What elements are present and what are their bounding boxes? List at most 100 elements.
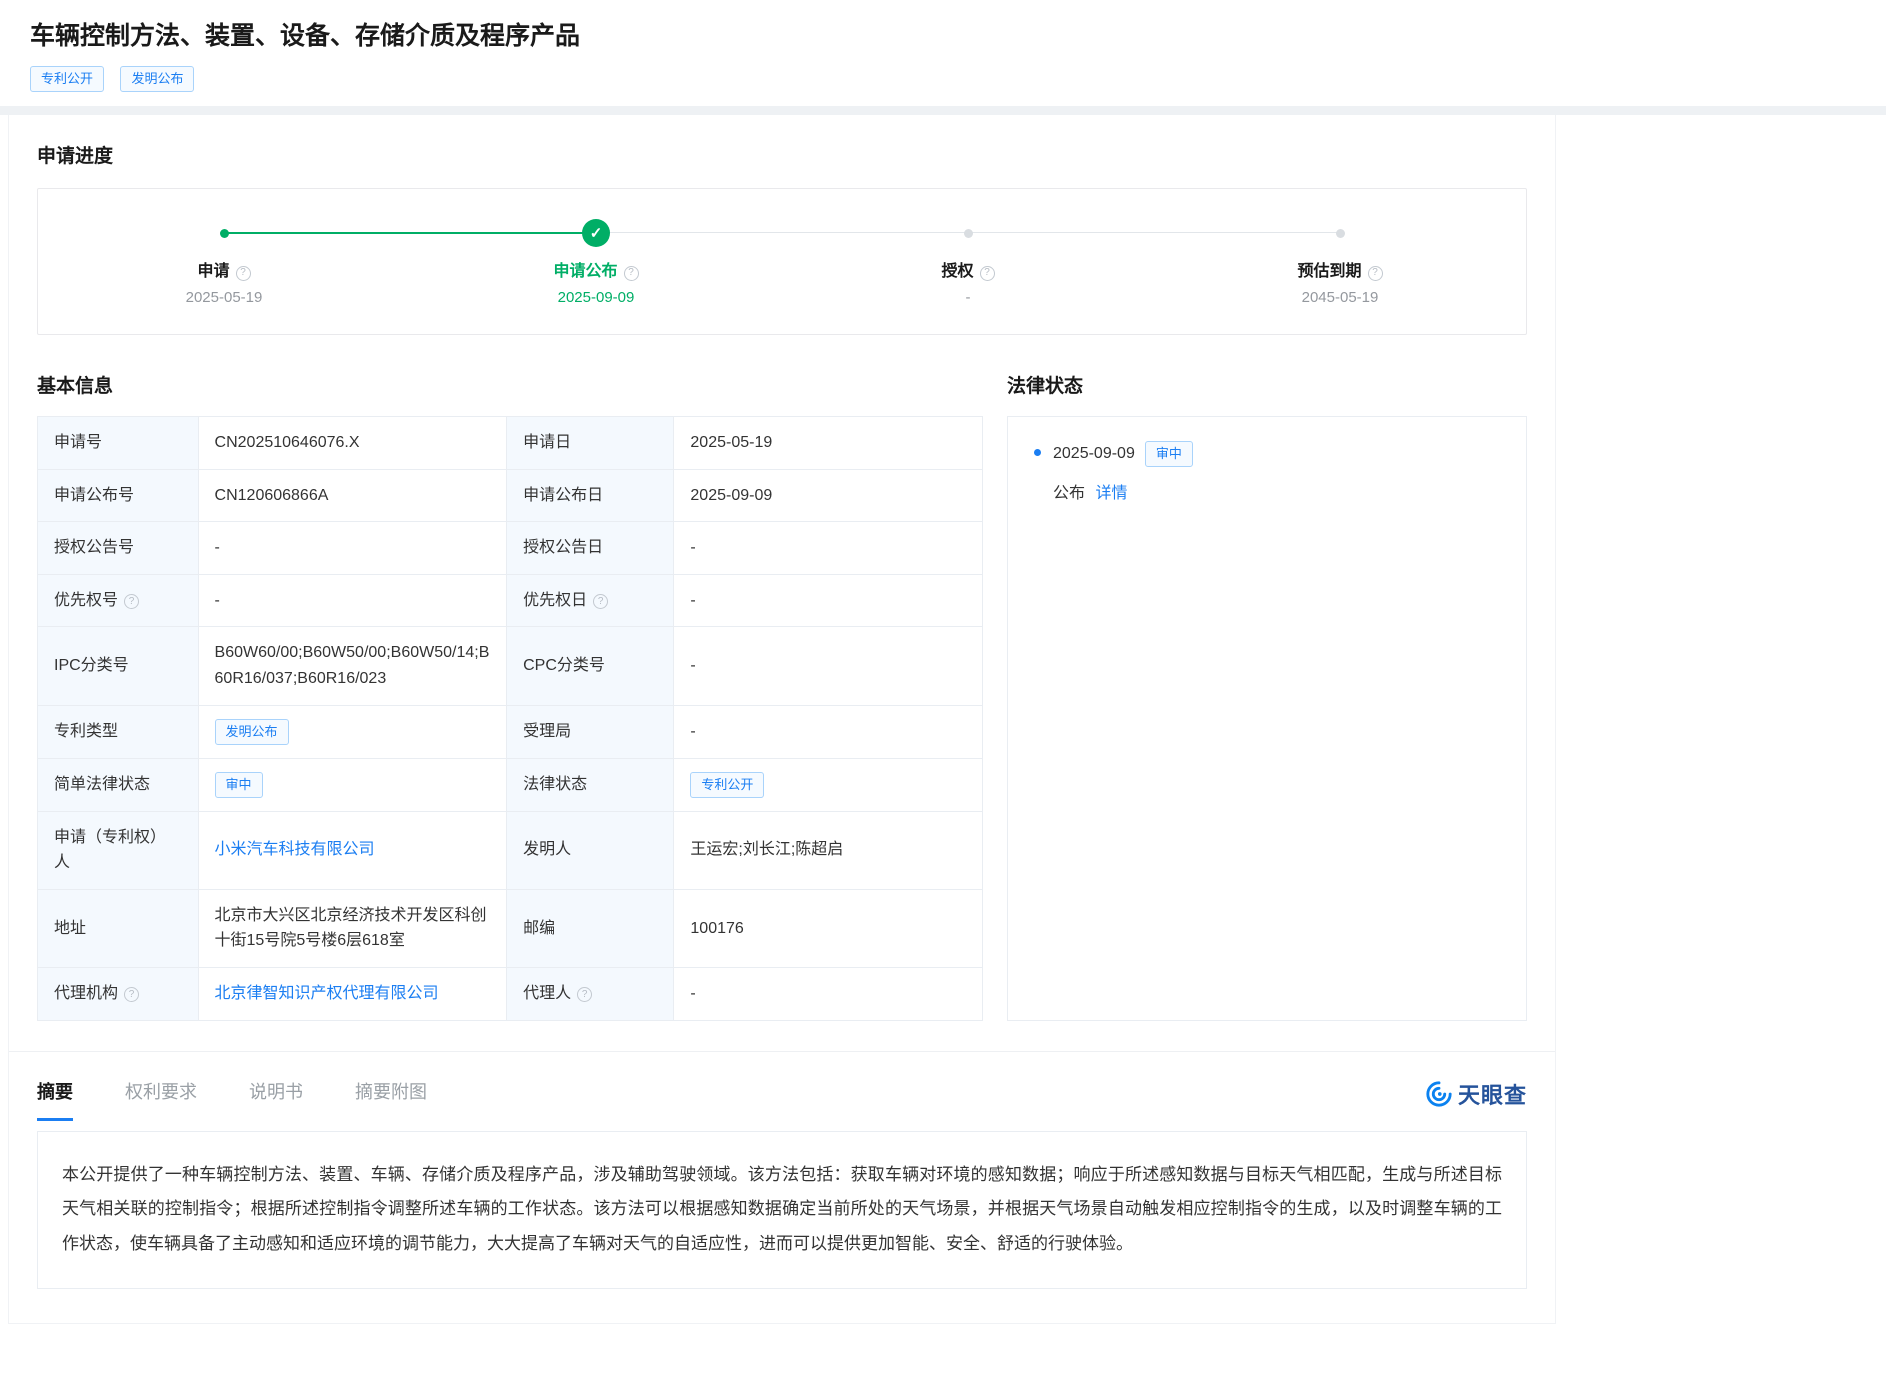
- field-label: 优先权号?: [38, 574, 199, 627]
- abstract-text-box: 本公开提供了一种车辆控制方法、装置、车辆、存储介质及程序产品，涉及辅助驾驶领域。…: [37, 1131, 1527, 1290]
- table-row: 授权公告号 - 授权公告日 -: [38, 522, 983, 575]
- field-value: 北京市大兴区北京经济技术开发区科创十街15号院5号楼6层618室: [198, 889, 507, 967]
- field-label: 申请日: [507, 417, 674, 470]
- page-header: 车辆控制方法、装置、设备、存储介质及程序产品 专利公开 发明公布: [0, 0, 1886, 106]
- timeline-step-label: 预估到期?: [1154, 257, 1526, 281]
- page-title: 车辆控制方法、装置、设备、存储介质及程序产品: [30, 16, 1856, 52]
- field-label: 申请（专利权）人: [38, 811, 199, 889]
- field-value: -: [198, 574, 507, 627]
- basic-info-title: 基本信息: [37, 371, 983, 398]
- help-icon[interactable]: ?: [593, 594, 608, 609]
- tag-invention-publication: 发明公布: [215, 719, 289, 745]
- abstract-section: 摘要 权利要求 说明书 摘要附图 天眼查 本公开提供了一种车辆控制方法、装置、车…: [9, 1051, 1555, 1324]
- tab-abstract-drawing[interactable]: 摘要附图: [355, 1078, 427, 1121]
- field-value: -: [674, 967, 983, 1020]
- tag-invention-publication: 发明公布: [120, 66, 194, 92]
- timeline-step-date: 2045-05-19: [1154, 289, 1526, 306]
- field-value: 小米汽车科技有限公司: [198, 811, 507, 889]
- field-label: IPC分类号: [38, 627, 199, 705]
- timeline-step-label: 申请?: [38, 257, 410, 281]
- timeline-step-label: 授权?: [782, 257, 1154, 281]
- field-label: 受理局: [507, 705, 674, 758]
- bullet-dot-icon: [1034, 449, 1041, 456]
- tab-claims[interactable]: 权利要求: [125, 1078, 197, 1121]
- field-label: 申请号: [38, 417, 199, 470]
- field-value: 2025-09-09: [674, 469, 983, 522]
- tabs-bar: 摘要 权利要求 说明书 摘要附图 天眼查: [37, 1052, 1527, 1121]
- tianyancha-logo-icon: [1426, 1081, 1452, 1107]
- timeline-step-date: -: [782, 289, 1154, 306]
- tab-abstract[interactable]: 摘要: [37, 1078, 73, 1121]
- basic-info-section: 基本信息 申请号 CN202510646076.X 申请日 2025-05-19…: [37, 371, 983, 1021]
- field-label: 简单法律状态: [38, 758, 199, 811]
- table-row: 简单法律状态 审中 法律状态 专利公开: [38, 758, 983, 811]
- field-value: -: [674, 522, 983, 575]
- section-divider: [0, 106, 1886, 115]
- field-value: -: [674, 627, 983, 705]
- field-label: 代理人?: [507, 967, 674, 1020]
- legal-status-date: 2025-09-09: [1053, 445, 1135, 462]
- agency-link[interactable]: 北京律智知识产权代理有限公司: [215, 985, 439, 1002]
- field-label: 申请公布日: [507, 469, 674, 522]
- field-value: 审中: [198, 758, 507, 811]
- main-card: 申请进度 申请? 2025-05-19 ✓ 申请公布? 2025-09-09: [8, 115, 1556, 1324]
- field-label: 邮编: [507, 889, 674, 967]
- field-label: CPC分类号: [507, 627, 674, 705]
- table-row: 申请（专利权）人 小米汽车科技有限公司 发明人 王运宏;刘长江;陈超启: [38, 811, 983, 889]
- field-label: 地址: [38, 889, 199, 967]
- field-value: 王运宏;刘长江;陈超启: [674, 811, 983, 889]
- field-label: 代理机构?: [38, 967, 199, 1020]
- field-label: 专利类型: [38, 705, 199, 758]
- field-value: 2025-05-19: [674, 417, 983, 470]
- help-icon[interactable]: ?: [124, 987, 139, 1002]
- field-value: CN202510646076.X: [198, 417, 507, 470]
- legal-status-box: 2025-09-09 审中 公布 详情: [1007, 416, 1527, 1021]
- help-icon[interactable]: ?: [624, 266, 639, 281]
- field-value: 发明公布: [198, 705, 507, 758]
- timeline-step-grant: 授权? -: [782, 219, 1154, 306]
- basic-info-table: 申请号 CN202510646076.X 申请日 2025-05-19 申请公布…: [37, 416, 983, 1021]
- help-icon[interactable]: ?: [1368, 266, 1383, 281]
- timeline-dot-done: [220, 229, 229, 238]
- field-value: 北京律智知识产权代理有限公司: [198, 967, 507, 1020]
- field-value: -: [674, 705, 983, 758]
- tab-specification[interactable]: 说明书: [249, 1078, 303, 1121]
- legal-status-detail-link[interactable]: 详情: [1095, 485, 1127, 502]
- field-label: 申请公布号: [38, 469, 199, 522]
- legal-status-section: 法律状态 2025-09-09 审中 公布 详情: [1007, 371, 1527, 1021]
- field-label: 发明人: [507, 811, 674, 889]
- legal-status-title: 法律状态: [1007, 371, 1527, 398]
- applicant-link[interactable]: 小米汽车科技有限公司: [215, 841, 375, 858]
- field-value: B60W60/00;B60W50/00;B60W50/14;B60R16/037…: [198, 627, 507, 705]
- timeline-step-expiry: 预估到期? 2045-05-19: [1154, 219, 1526, 306]
- legal-status-item: 2025-09-09 审中 公布 详情: [1034, 441, 1500, 503]
- field-value: CN120606866A: [198, 469, 507, 522]
- timeline-step-publication: ✓ 申请公布? 2025-09-09: [410, 219, 782, 306]
- field-label: 优先权日?: [507, 574, 674, 627]
- help-icon[interactable]: ?: [124, 594, 139, 609]
- field-label: 法律状态: [507, 758, 674, 811]
- header-tags: 专利公开 发明公布: [30, 66, 1856, 92]
- table-row: 申请公布号 CN120606866A 申请公布日 2025-09-09: [38, 469, 983, 522]
- table-row: 申请号 CN202510646076.X 申请日 2025-05-19: [38, 417, 983, 470]
- tag-under-review: 审中: [215, 772, 263, 798]
- table-row: 优先权号? - 优先权日? -: [38, 574, 983, 627]
- help-icon[interactable]: ?: [236, 266, 251, 281]
- table-row: 代理机构? 北京律智知识产权代理有限公司 代理人? -: [38, 967, 983, 1020]
- timeline-step-date: 2025-09-09: [410, 289, 782, 306]
- help-icon[interactable]: ?: [980, 266, 995, 281]
- check-icon: ✓: [582, 219, 610, 247]
- timeline-dot-pending: [964, 229, 973, 238]
- field-value: -: [674, 574, 983, 627]
- field-value: -: [198, 522, 507, 575]
- abstract-text: 本公开提供了一种车辆控制方法、装置、车辆、存储介质及程序产品，涉及辅助驾驶领域。…: [62, 1165, 1502, 1254]
- timeline-step-application: 申请? 2025-05-19: [38, 219, 410, 306]
- tag-under-review: 审中: [1145, 441, 1193, 467]
- tianyancha-logo-text: 天眼查: [1458, 1078, 1527, 1110]
- application-progress-timeline: 申请? 2025-05-19 ✓ 申请公布? 2025-09-09 授权? - …: [37, 188, 1527, 335]
- help-icon[interactable]: ?: [577, 987, 592, 1002]
- legal-status-action: 公布: [1053, 485, 1085, 502]
- tag-patent-public: 专利公开: [690, 772, 764, 798]
- timeline-step-label: 申请公布?: [410, 257, 782, 281]
- field-value: 100176: [674, 889, 983, 967]
